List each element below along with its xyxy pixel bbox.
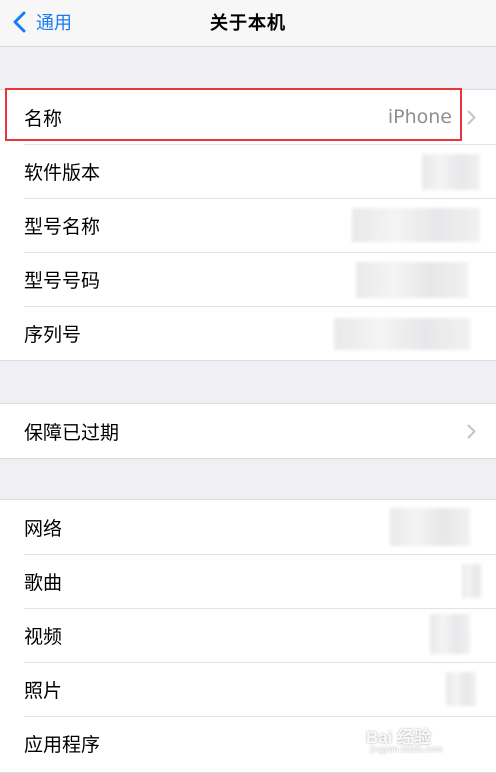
blurred-value	[462, 564, 482, 598]
row-label: 歌曲	[24, 571, 63, 594]
row-model-number: 型号号码	[0, 252, 496, 306]
blurred-value	[356, 262, 468, 298]
row-label: 序列号	[24, 323, 82, 346]
row-software-version: 软件版本	[0, 144, 496, 198]
blurred-value	[390, 508, 470, 546]
blurred-value	[352, 208, 480, 242]
row-network: 网络	[0, 500, 496, 554]
row-label: 照片	[24, 679, 63, 702]
chevron-right-icon	[467, 110, 476, 124]
row-photos: 照片	[0, 662, 496, 716]
row-songs: 歌曲	[0, 554, 496, 608]
row-serial-number: 序列号	[0, 306, 496, 360]
blurred-value	[446, 672, 476, 706]
baidu-watermark: Bai 经验 jingyan.baidu.com	[360, 723, 488, 757]
row-label: 软件版本	[24, 161, 101, 184]
row-label: 视频	[24, 625, 63, 648]
row-value: iPhone	[387, 106, 452, 128]
row-videos: 视频	[0, 608, 496, 662]
warranty-group: 保障已过期	[0, 403, 496, 459]
row-model-name: 型号名称	[0, 198, 496, 252]
blurred-value	[422, 154, 480, 190]
row-label: 应用程序	[24, 733, 101, 756]
device-info-group: 名称 iPhone 软件版本 型号名称 型号号码 序列号	[0, 89, 496, 361]
page-title: 关于本机	[210, 13, 286, 34]
navigation-bar: 通用 关于本机	[0, 0, 496, 47]
row-name[interactable]: 名称 iPhone	[0, 90, 496, 144]
watermark-url: jingyan.baidu.com	[370, 744, 443, 754]
blurred-value	[430, 614, 470, 654]
row-label: 名称	[24, 107, 63, 130]
blurred-value	[334, 318, 470, 350]
row-label: 型号名称	[24, 215, 101, 238]
row-label: 保障已过期	[24, 421, 120, 444]
chevron-right-icon	[467, 424, 476, 438]
row-warranty[interactable]: 保障已过期	[0, 404, 496, 458]
row-label: 网络	[24, 517, 63, 540]
row-label: 型号号码	[24, 269, 101, 292]
